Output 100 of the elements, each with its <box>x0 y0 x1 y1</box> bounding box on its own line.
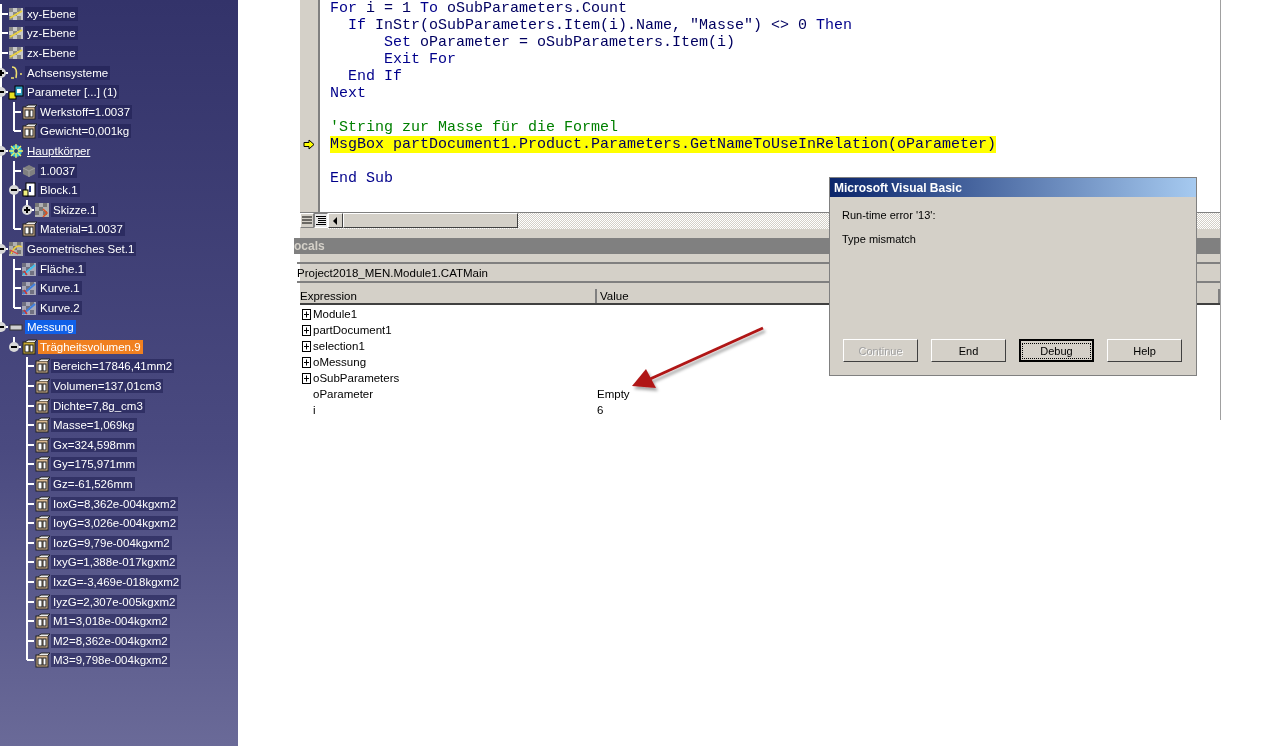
parameter-icon <box>21 221 37 238</box>
tree-item[interactable]: Dichte=7,8g_cm3 <box>51 398 145 413</box>
tree-item[interactable]: IoxG=8,362e-004kgxm2 <box>51 496 179 511</box>
expand-toggle[interactable] <box>9 185 19 196</box>
parameter-icon <box>21 103 37 120</box>
expand-toggle[interactable] <box>302 372 311 384</box>
tree-item[interactable]: Werkstoff=1.0037 <box>38 104 133 119</box>
tree-item[interactable]: 1.0037 <box>38 163 78 178</box>
procedure-view-button[interactable] <box>300 213 314 228</box>
expression-cell: oMessung <box>313 356 367 368</box>
axis-icon <box>8 64 24 81</box>
pad-icon <box>21 182 37 199</box>
code-line: For i = 1 To oSubParameters.Count <box>330 0 628 17</box>
value-parameter-icon <box>34 358 50 375</box>
column-header[interactable]: Expression <box>300 289 597 303</box>
tree-item[interactable]: Gx=324,598mm <box>51 437 138 452</box>
value-parameter-icon <box>34 397 50 414</box>
value-parameter-icon <box>34 613 50 630</box>
tree-item[interactable]: xy-Ebene <box>25 6 78 21</box>
scroll-thumb[interactable] <box>343 213 518 228</box>
tree-item[interactable]: Kurve.1 <box>38 281 82 296</box>
expand-toggle[interactable] <box>302 324 311 336</box>
cube-icon <box>21 162 37 179</box>
value-cell: Empty <box>597 388 630 400</box>
tree-item[interactable]: Geometrisches Set.1 <box>25 241 137 256</box>
plane-icon <box>8 5 24 22</box>
tree-item[interactable]: zx-Ebene <box>25 46 78 60</box>
tree-item[interactable]: IxzG=-3,469e-018kgxm2 <box>51 575 182 589</box>
code-line: If InStr(oSubParameters.Item(i).Name, "Masse") <> 0 Then <box>347 17 853 34</box>
tree-item[interactable]: Gy=175,971mm <box>51 457 138 472</box>
expression-cell: selection1 <box>313 340 365 352</box>
tree-item[interactable]: IoyG=3,026e-004kgxm2 <box>51 516 179 531</box>
plane-icon <box>8 45 24 61</box>
code-line: Exit For <box>383 51 457 68</box>
expression-cell: partDocument1 <box>313 324 392 336</box>
tree-item[interactable]: Material=1.0037 <box>38 222 125 237</box>
value-parameter-icon <box>34 593 50 610</box>
tree-item[interactable]: Parameter [...] (1) <box>25 85 120 100</box>
tree-item[interactable]: Bereich=17846,41mm2 <box>51 359 175 374</box>
body-icon <box>8 142 24 159</box>
tree-item[interactable]: Block.1 <box>38 183 80 198</box>
expand-toggle[interactable] <box>9 341 19 352</box>
code-line: Set oParameter = oSubParameters.Item(i) <box>383 34 736 51</box>
surface-icon <box>21 260 37 277</box>
value-parameter-icon <box>34 632 50 649</box>
value-parameter-icon <box>34 652 50 669</box>
value-cell: 6 <box>597 404 604 416</box>
value-parameter-icon <box>34 378 50 395</box>
tree-item[interactable]: yz-Ebene <box>25 26 78 41</box>
parameter-icon <box>21 123 37 140</box>
locals-title: ocals <box>294 239 325 253</box>
value-parameter-icon <box>34 515 50 532</box>
tree-item[interactable]: Skizze.1 <box>51 202 99 217</box>
inertia-icon <box>21 338 37 355</box>
sketch-icon <box>34 201 50 218</box>
tree-item[interactable]: M3=9,798e-004kgxm2 <box>51 653 170 668</box>
tree-item[interactable]: Hauptkörper <box>25 143 93 158</box>
error-message: Type mismatch <box>842 233 917 245</box>
parameters-icon <box>8 84 24 101</box>
expand-toggle[interactable] <box>302 340 311 352</box>
tree-item[interactable]: Masse=1,069kg <box>51 418 137 433</box>
tree-item[interactable]: IozG=9,79e-004kgxm2 <box>51 535 172 550</box>
tree-item[interactable]: M1=3,018e-004kgxm2 <box>51 614 170 629</box>
tree-item[interactable]: Gz=-61,526mm <box>51 477 135 492</box>
curve-icon <box>21 299 37 316</box>
code-line: 'String zur Masse für die Formel <box>330 119 619 136</box>
expression-cell: oSubParameters <box>313 372 400 384</box>
value-parameter-icon <box>34 417 50 434</box>
code-line: End If <box>347 68 402 85</box>
expand-toggle[interactable] <box>302 308 311 320</box>
plane-icon <box>8 25 24 42</box>
tree-item[interactable]: IyzG=2,307e-005kgxm2 <box>51 594 178 609</box>
value-parameter-icon <box>34 495 50 512</box>
code-line: Next <box>330 85 366 102</box>
expression-cell: i <box>313 404 316 416</box>
expression-cell: oParameter <box>313 388 374 400</box>
geometric-set-icon <box>8 240 24 257</box>
dialog-button[interactable]: End <box>931 339 1006 362</box>
tree-item[interactable]: Gewicht=0,001kg <box>38 124 132 139</box>
value-parameter-icon <box>34 436 50 453</box>
scroll-left-button[interactable] <box>328 213 343 228</box>
tree-item[interactable]: Achsensysteme <box>25 65 111 80</box>
value-parameter-icon <box>34 476 50 493</box>
curve-icon <box>21 280 37 297</box>
tree-item[interactable]: Fläche.1 <box>38 261 87 276</box>
tree-item[interactable]: Kurve.2 <box>38 300 82 315</box>
tree-item[interactable]: IxyG=1,388e-017kgxm2 <box>51 555 178 570</box>
value-parameter-icon <box>34 456 50 473</box>
expand-toggle[interactable] <box>302 356 311 368</box>
value-parameter-icon <box>34 554 50 571</box>
expand-toggle[interactable] <box>22 204 32 215</box>
left-arrow-icon <box>333 216 338 225</box>
full-module-view-button[interactable] <box>314 213 328 228</box>
tree-item[interactable]: M2=8,362e-004kgxm2 <box>51 633 170 648</box>
code-line: End Sub <box>330 170 393 187</box>
tree-item[interactable]: Messung <box>25 320 76 335</box>
dialog-button[interactable]: Help <box>1107 339 1182 362</box>
error-message: Run-time error '13': <box>842 209 937 221</box>
dialog-button[interactable]: Debug <box>1019 339 1094 362</box>
tree-item[interactable]: Volumen=137,01cm3 <box>51 379 164 394</box>
